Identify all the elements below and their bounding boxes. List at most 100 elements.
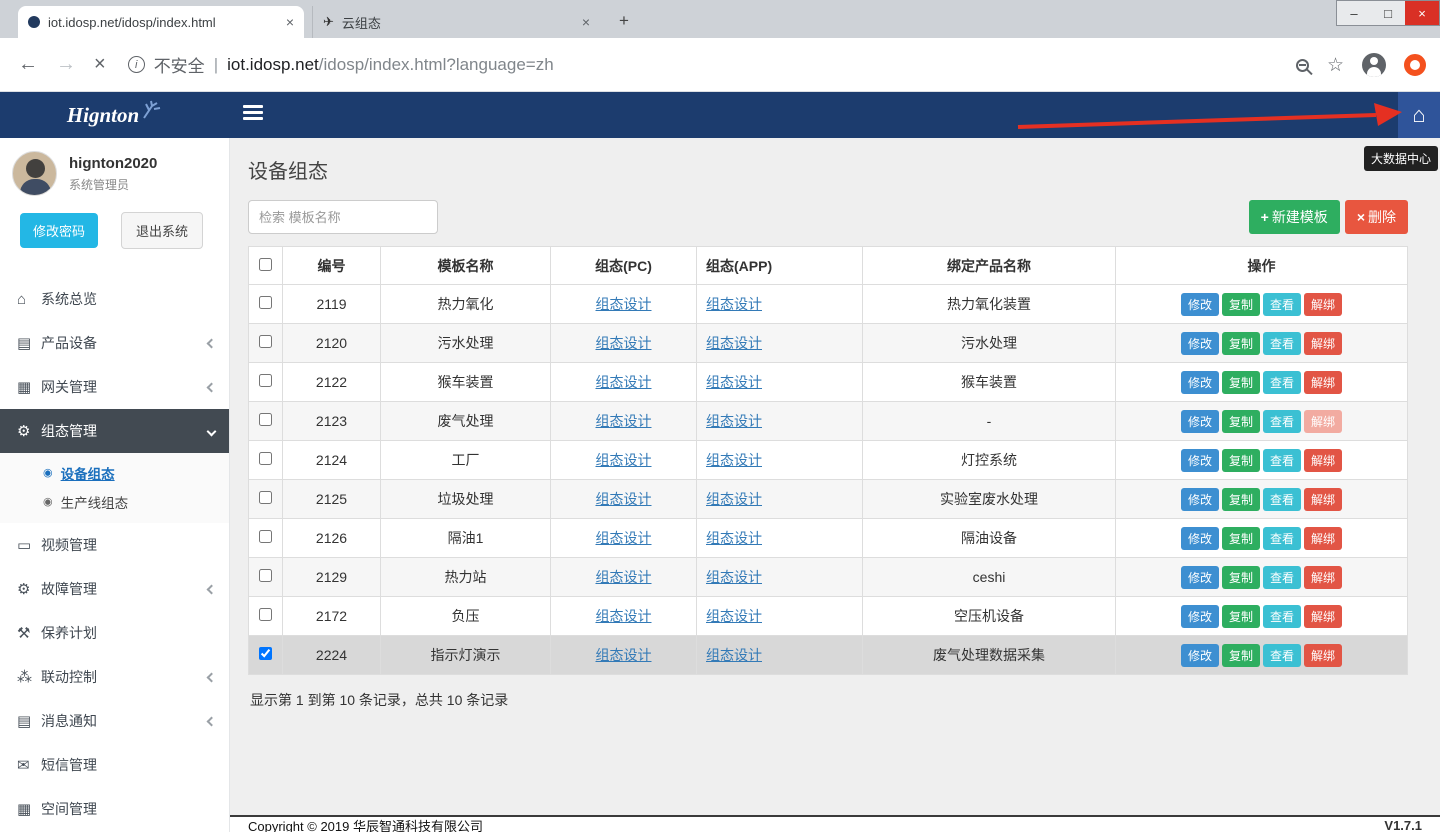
app-design-link[interactable]: 组态设计 — [706, 647, 762, 663]
row-action-view-button[interactable]: 查看 — [1263, 644, 1301, 667]
pc-design-link[interactable]: 组态设计 — [596, 413, 652, 429]
info-icon[interactable]: i — [128, 56, 145, 73]
row-action-view-button[interactable]: 查看 — [1263, 527, 1301, 550]
row-checkbox[interactable] — [259, 296, 272, 309]
row-action-view-button[interactable]: 查看 — [1263, 332, 1301, 355]
row-action-copy-button[interactable]: 复制 — [1222, 488, 1260, 511]
browser-tab-inactive[interactable]: ✈ 云组态 × — [312, 6, 600, 38]
row-action-copy-button[interactable]: 复制 — [1222, 332, 1260, 355]
change-password-button[interactable]: 修改密码 — [20, 213, 98, 248]
sidebar-item-空间管理[interactable]: ▦ 空间管理 — [0, 787, 229, 831]
row-checkbox[interactable] — [259, 335, 272, 348]
row-action-edit-button[interactable]: 修改 — [1181, 293, 1219, 316]
row-action-copy-button[interactable]: 复制 — [1222, 293, 1260, 316]
row-checkbox[interactable] — [259, 569, 272, 582]
row-action-edit-button[interactable]: 修改 — [1181, 449, 1219, 472]
row-action-view-button[interactable]: 查看 — [1263, 449, 1301, 472]
app-design-link[interactable]: 组态设计 — [706, 413, 762, 429]
row-action-edit-button[interactable]: 修改 — [1181, 488, 1219, 511]
row-action-copy-button[interactable]: 复制 — [1222, 449, 1260, 472]
app-design-link[interactable]: 组态设计 — [706, 569, 762, 585]
sidebar-item-保养计划[interactable]: ⚒ 保养计划 — [0, 611, 229, 655]
select-all-checkbox[interactable] — [259, 258, 272, 271]
row-action-unbind-button[interactable]: 解绑 — [1304, 410, 1342, 433]
row-checkbox[interactable] — [259, 491, 272, 504]
browser-tab-active[interactable]: iot.idosp.net/idosp/index.html × — [18, 6, 304, 38]
row-checkbox[interactable] — [259, 647, 272, 660]
row-action-view-button[interactable]: 查看 — [1263, 371, 1301, 394]
row-checkbox[interactable] — [259, 374, 272, 387]
sidebar-item-产品设备[interactable]: ▤ 产品设备 — [0, 321, 229, 365]
pc-design-link[interactable]: 组态设计 — [596, 296, 652, 312]
row-action-unbind-button[interactable]: 解绑 — [1304, 566, 1342, 589]
pc-design-link[interactable]: 组态设计 — [596, 608, 652, 624]
maximize-button[interactable]: □ — [1371, 1, 1405, 25]
app-design-link[interactable]: 组态设计 — [706, 452, 762, 468]
row-action-view-button[interactable]: 查看 — [1263, 410, 1301, 433]
row-action-edit-button[interactable]: 修改 — [1181, 605, 1219, 628]
back-icon[interactable]: ← — [18, 53, 38, 76]
app-design-link[interactable]: 组态设计 — [706, 608, 762, 624]
app-design-link[interactable]: 组态设计 — [706, 491, 762, 507]
pc-design-link[interactable]: 组态设计 — [596, 647, 652, 663]
row-checkbox[interactable] — [259, 452, 272, 465]
row-checkbox[interactable] — [259, 413, 272, 426]
row-action-edit-button[interactable]: 修改 — [1181, 371, 1219, 394]
pc-design-link[interactable]: 组态设计 — [596, 452, 652, 468]
row-action-unbind-button[interactable]: 解绑 — [1304, 449, 1342, 472]
bookmark-star-icon[interactable]: ☆ — [1327, 54, 1344, 77]
sidebar-item-组态管理[interactable]: ⚙ 组态管理 — [0, 409, 229, 453]
row-checkbox[interactable] — [259, 530, 272, 543]
row-action-copy-button[interactable]: 复制 — [1222, 371, 1260, 394]
logout-button[interactable]: 退出系统 — [121, 212, 203, 249]
extension-icon[interactable] — [1404, 54, 1426, 76]
new-template-button[interactable]: +新建模板 — [1249, 200, 1340, 234]
row-action-edit-button[interactable]: 修改 — [1181, 410, 1219, 433]
row-action-view-button[interactable]: 查看 — [1263, 293, 1301, 316]
row-action-view-button[interactable]: 查看 — [1263, 566, 1301, 589]
row-action-copy-button[interactable]: 复制 — [1222, 527, 1260, 550]
row-action-copy-button[interactable]: 复制 — [1222, 605, 1260, 628]
row-action-copy-button[interactable]: 复制 — [1222, 644, 1260, 667]
app-design-link[interactable]: 组态设计 — [706, 374, 762, 390]
pc-design-link[interactable]: 组态设计 — [596, 491, 652, 507]
search-input[interactable] — [248, 200, 438, 234]
bigdata-home-button[interactable]: ⌂ — [1398, 92, 1440, 138]
new-tab-button[interactable]: + — [612, 9, 636, 33]
profile-icon[interactable] — [1362, 53, 1386, 77]
app-design-link[interactable]: 组态设计 — [706, 296, 762, 312]
tab-close-icon[interactable]: × — [286, 14, 294, 30]
row-action-unbind-button[interactable]: 解绑 — [1304, 527, 1342, 550]
row-action-unbind-button[interactable]: 解绑 — [1304, 332, 1342, 355]
sidebar-subitem-设备组态[interactable]: ◉ 设备组态 — [0, 458, 229, 487]
minimize-button[interactable]: – — [1337, 1, 1371, 25]
row-checkbox[interactable] — [259, 608, 272, 621]
pc-design-link[interactable]: 组态设计 — [596, 335, 652, 351]
app-design-link[interactable]: 组态设计 — [706, 335, 762, 351]
row-action-view-button[interactable]: 查看 — [1263, 605, 1301, 628]
row-action-view-button[interactable]: 查看 — [1263, 488, 1301, 511]
app-design-link[interactable]: 组态设计 — [706, 530, 762, 546]
row-action-edit-button[interactable]: 修改 — [1181, 332, 1219, 355]
row-action-copy-button[interactable]: 复制 — [1222, 410, 1260, 433]
row-action-edit-button[interactable]: 修改 — [1181, 566, 1219, 589]
row-action-unbind-button[interactable]: 解绑 — [1304, 644, 1342, 667]
sidebar-item-系统总览[interactable]: ⌂ 系统总览 — [0, 277, 229, 321]
sidebar-item-短信管理[interactable]: ✉ 短信管理 — [0, 743, 229, 787]
forward-icon[interactable]: → — [56, 53, 76, 76]
address-bar[interactable]: i 不安全 | iot.idosp.net /idosp/index.html?… — [128, 52, 554, 77]
sidebar-item-消息通知[interactable]: ▤ 消息通知 — [0, 699, 229, 743]
hamburger-menu-icon[interactable] — [243, 105, 263, 123]
sidebar-item-网关管理[interactable]: ▦ 网关管理 — [0, 365, 229, 409]
row-action-unbind-button[interactable]: 解绑 — [1304, 488, 1342, 511]
row-action-unbind-button[interactable]: 解绑 — [1304, 371, 1342, 394]
close-button[interactable]: × — [1405, 1, 1439, 25]
row-action-copy-button[interactable]: 复制 — [1222, 566, 1260, 589]
row-action-unbind-button[interactable]: 解绑 — [1304, 293, 1342, 316]
sidebar-item-联动控制[interactable]: ⁂ 联动控制 — [0, 655, 229, 699]
pc-design-link[interactable]: 组态设计 — [596, 530, 652, 546]
zoom-icon[interactable] — [1296, 59, 1309, 72]
delete-button[interactable]: ×删除 — [1345, 200, 1408, 234]
stop-icon[interactable]: × — [94, 53, 106, 76]
row-action-edit-button[interactable]: 修改 — [1181, 644, 1219, 667]
